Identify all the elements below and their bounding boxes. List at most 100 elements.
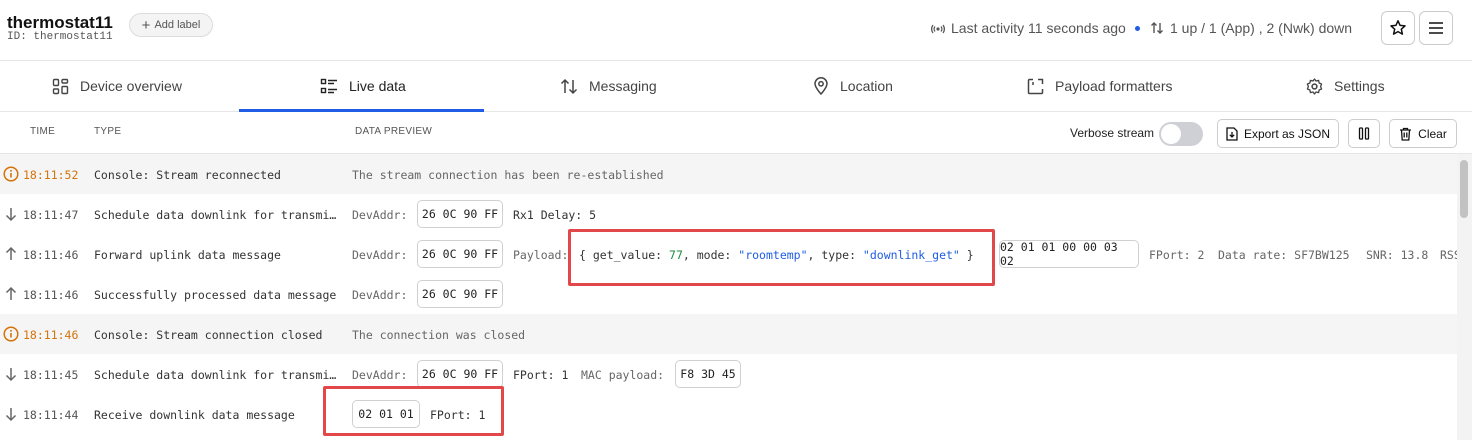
event-row[interactable]: 18:11:52 Console: Stream reconnected The…: [0, 154, 1457, 194]
file-export-icon: [1226, 126, 1238, 141]
payload-label: Payload:: [513, 248, 569, 262]
column-header-time: TIME: [30, 126, 56, 137]
menu-button[interactable]: [1419, 11, 1453, 45]
mac-payload-chip[interactable]: F8 3D 45: [675, 360, 741, 388]
arrow-down-icon: [5, 408, 17, 422]
verbose-stream-toggle[interactable]: [1159, 122, 1203, 146]
event-time: 18:11:52: [23, 168, 79, 182]
fport: FPort: 1: [513, 368, 569, 382]
info-circle-icon: [3, 166, 19, 182]
payload-bytes-chip[interactable]: 02 01 01 00 00 03 02: [999, 240, 1139, 268]
event-list: 18:11:52 Console: Stream reconnected The…: [0, 154, 1457, 440]
event-time: 18:11:46: [23, 248, 79, 262]
mac-payload-label: MAC payload:: [581, 368, 665, 382]
up-down-arrows-icon: [560, 78, 578, 94]
clear-label: Clear: [1418, 126, 1447, 141]
tab-label: Device overview: [80, 78, 182, 94]
clear-button[interactable]: Clear: [1389, 119, 1457, 148]
gear-icon: [1306, 77, 1323, 95]
devaddr-chip[interactable]: 26 0C 90 FF: [417, 280, 503, 308]
event-row[interactable]: 18:11:47 Schedule data downlink for tran…: [0, 194, 1457, 234]
code-bracket-icon: [1027, 78, 1044, 94]
trash-icon: [1400, 127, 1412, 141]
grid-icon: [52, 78, 69, 94]
last-activity: Last activity 11 seconds ago: [931, 20, 1140, 36]
arrow-down-icon: [5, 208, 17, 222]
tab-messaging[interactable]: Messaging: [560, 61, 657, 111]
tab-label: Live data: [349, 78, 406, 94]
hamburger-icon: [1429, 22, 1443, 34]
traffic-counter: 1 up / 1 (App) , 2 (Nwk) down: [1150, 20, 1352, 36]
event-type: Schedule data downlink for transmission: [94, 208, 342, 222]
event-time: 18:11:46: [23, 288, 79, 302]
arrow-down-icon: [5, 368, 17, 382]
tab-settings[interactable]: Settings: [1306, 61, 1385, 111]
event-type: Successfully processed data message: [94, 288, 337, 302]
device-header: thermostat11 ID: thermostat11 + Add labe…: [0, 0, 1472, 58]
tab-label: Settings: [1334, 78, 1385, 94]
event-time: 18:11:47: [23, 208, 79, 222]
signal-icon: [931, 24, 945, 34]
event-time: 18:11:46: [23, 328, 79, 342]
payload-highlight-box: [568, 229, 995, 286]
location-pin-icon: [814, 77, 828, 95]
downlink-highlight-box: [323, 386, 504, 436]
devaddr-label: DevAddr:: [352, 208, 408, 222]
event-type: Receive downlink data message: [94, 408, 295, 422]
event-type: Console: Stream connection closed: [94, 328, 323, 342]
column-header-type: TYPE: [94, 126, 122, 137]
last-activity-text: Last activity 11 seconds ago: [951, 20, 1126, 36]
traffic-text: 1 up / 1 (App) , 2 (Nwk) down: [1170, 20, 1353, 36]
event-preview: The stream connection has been re-establ…: [352, 168, 664, 182]
devaddr-label: DevAddr:: [352, 288, 408, 302]
event-type: Forward uplink data message: [94, 248, 281, 262]
verbose-stream-label: Verbose stream: [1070, 126, 1155, 140]
devaddr-chip[interactable]: 26 0C 90 FF: [417, 240, 503, 268]
snr: SNR: 13.8: [1366, 248, 1429, 262]
scrollbar[interactable]: [1457, 154, 1472, 440]
tab-payload-formatters[interactable]: Payload formatters: [1027, 61, 1173, 111]
event-type: Schedule data downlink for transmission: [94, 368, 342, 382]
add-label-text: Add label: [154, 19, 201, 31]
devaddr-label: DevAddr:: [352, 368, 408, 382]
event-row[interactable]: 18:11:44 Receive downlink data message 0…: [0, 394, 1457, 434]
event-row[interactable]: 18:11:45 Schedule data downlink for tran…: [0, 354, 1457, 394]
devaddr-chip[interactable]: 26 0C 90 FF: [417, 360, 503, 388]
arrow-up-icon: [5, 246, 17, 260]
event-time: 18:11:45: [23, 368, 79, 382]
event-type: Console: Stream reconnected: [94, 168, 281, 182]
event-time: 18:11:44: [23, 408, 79, 422]
scrollbar-thumb[interactable]: [1460, 160, 1468, 218]
devaddr-chip[interactable]: 26 0C 90 FF: [417, 200, 503, 228]
arrow-up-icon: [5, 286, 17, 300]
tab-label: Messaging: [589, 78, 657, 94]
add-label-button[interactable]: + Add label: [129, 13, 213, 37]
tab-device-overview[interactable]: Device overview: [52, 61, 182, 111]
live-data-toolbar: TIME TYPE DATA PREVIEW Verbose stream Ex…: [0, 112, 1472, 154]
device-name: thermostat11: [7, 13, 113, 32]
bookmark-button[interactable]: [1381, 11, 1415, 45]
pause-icon: [1358, 127, 1370, 140]
device-tabs: Device overview Live data Messaging Loca…: [0, 60, 1472, 112]
event-row[interactable]: 18:11:46 Console: Stream connection clos…: [0, 314, 1457, 354]
pause-stream-button[interactable]: [1348, 119, 1380, 148]
event-preview: The connection was closed: [352, 328, 526, 342]
rssi: RSS: [1440, 248, 1457, 262]
tab-location[interactable]: Location: [813, 61, 893, 111]
tab-label: Location: [840, 78, 893, 94]
list-icon: [320, 78, 337, 93]
rx1-delay: Rx1 Delay: 5: [513, 208, 597, 222]
info-circle-icon: [3, 326, 19, 342]
toggle-knob: [1161, 124, 1181, 144]
tab-live-data[interactable]: Live data: [320, 61, 406, 111]
plus-icon: +: [141, 16, 151, 34]
fport: FPort: 2: [1149, 248, 1205, 262]
star-icon: [1390, 20, 1406, 35]
device-id: ID: thermostat11: [7, 31, 113, 43]
devaddr-label: DevAddr:: [352, 248, 408, 262]
activity-dot: [1134, 25, 1140, 31]
data-rate: Data rate: SF7BW125: [1218, 248, 1350, 262]
export-json-label: Export as JSON: [1243, 126, 1331, 141]
export-json-button[interactable]: Export as JSON: [1217, 119, 1339, 148]
column-header-data-preview: DATA PREVIEW: [355, 126, 433, 137]
